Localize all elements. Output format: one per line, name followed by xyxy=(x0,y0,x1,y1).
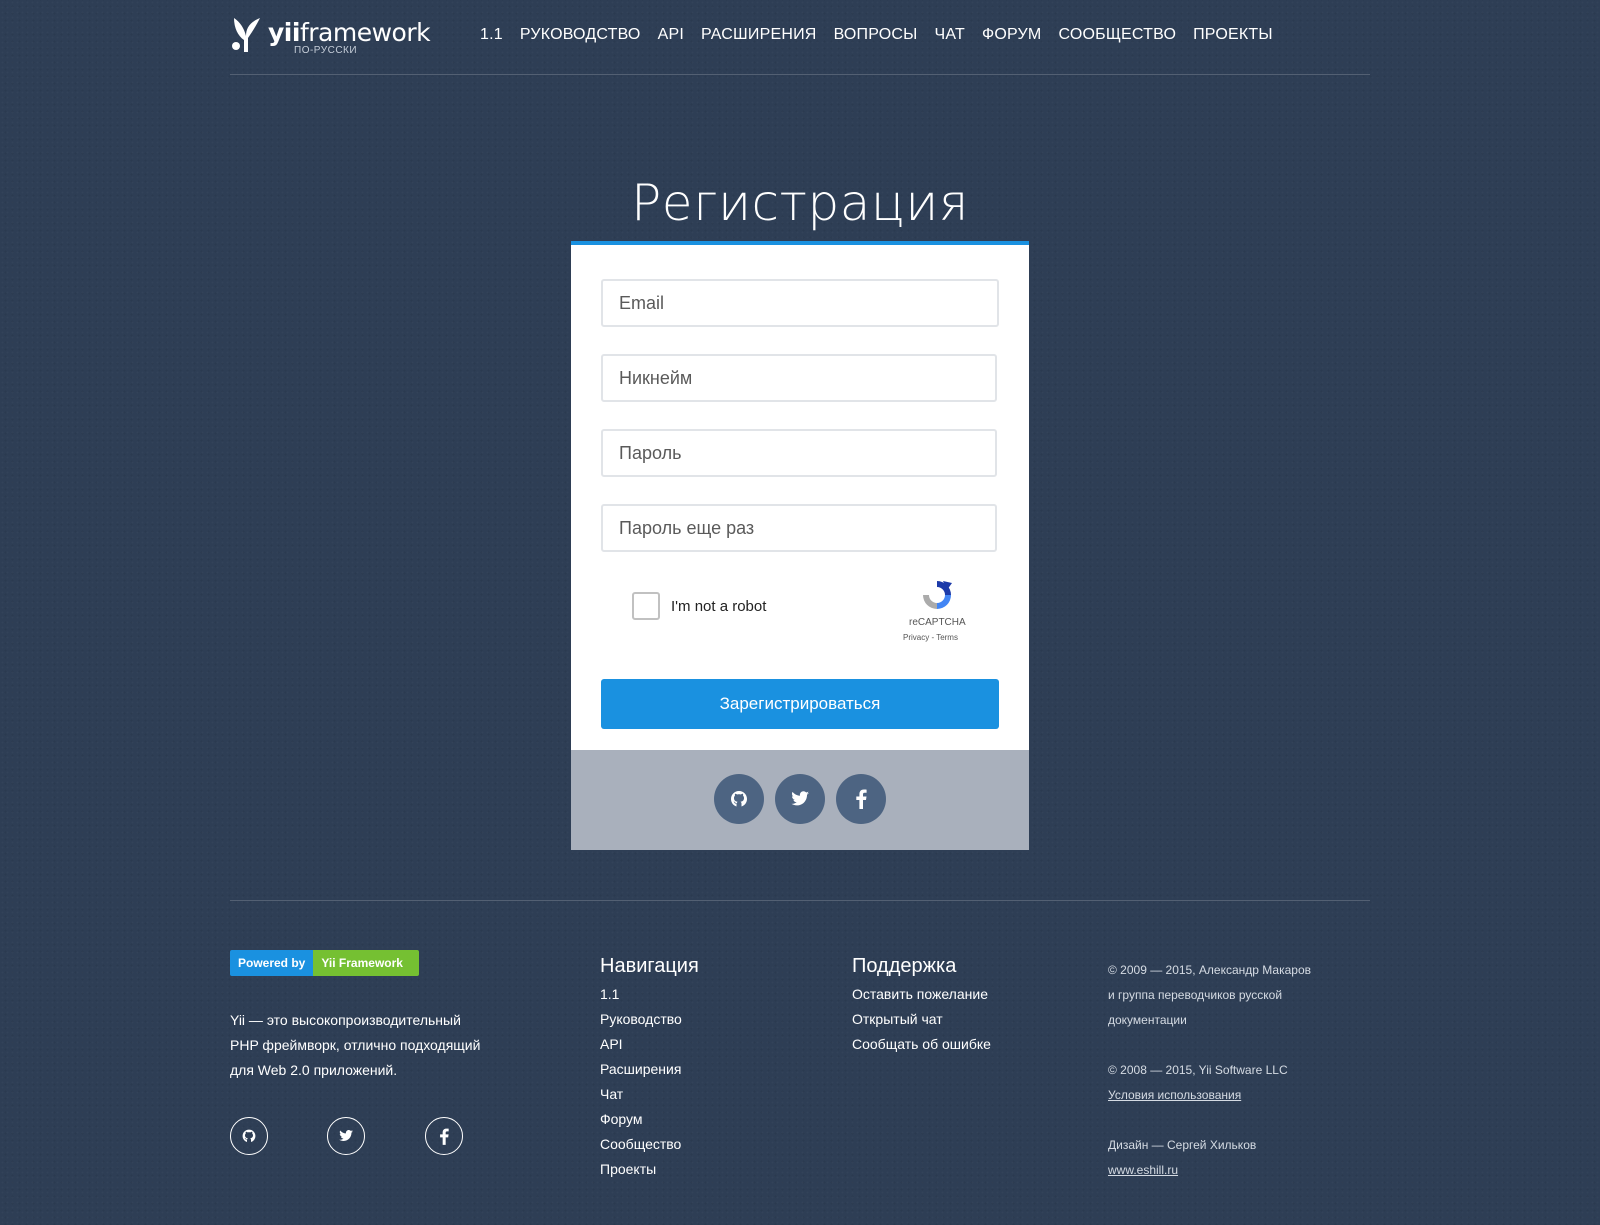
about-line: PHP фреймворк, отлично подходящий xyxy=(230,1037,481,1053)
nav-item-questions[interactable]: ВОПРОСЫ xyxy=(834,26,918,44)
footer-support-link[interactable]: Оставить пожелание xyxy=(852,982,991,1007)
copyright-line: документации xyxy=(1108,1013,1187,1027)
footer-twitter-link[interactable] xyxy=(327,1117,365,1155)
twitter-icon xyxy=(339,1130,353,1141)
footer-nav-link[interactable]: API xyxy=(600,1032,699,1057)
yii-logo[interactable]: yiiframework ПО-РУССКИ xyxy=(230,16,431,60)
nav-item-1-1[interactable]: 1.1 xyxy=(480,26,503,44)
footer-nav-title: Навигация xyxy=(600,955,699,977)
footer-support-title: Поддержка xyxy=(852,955,957,977)
badge-yii-framework: Yii Framework xyxy=(313,950,419,976)
footer-github-link[interactable] xyxy=(230,1117,268,1155)
recaptcha-icon xyxy=(923,581,952,609)
copyright-yii: © 2008 — 2015, Yii Software LLC xyxy=(1108,1063,1288,1077)
recaptcha-links[interactable]: Privacy - Terms xyxy=(903,633,958,642)
footer-copyright: © 2009 — 2015, Александр Макаров и групп… xyxy=(1108,958,1368,1183)
footer-nav-link[interactable]: Форум xyxy=(600,1107,699,1132)
footer-support: Поддержка Оставить пожелание Открытый ча… xyxy=(852,955,991,1057)
nav-item-guide[interactable]: РУКОВОДСТВО xyxy=(520,26,641,44)
main-nav: 1.1 РУКОВОДСТВО API РАСШИРЕНИЯ ВОПРОСЫ Ч… xyxy=(480,26,1290,44)
facebook-login-button[interactable] xyxy=(836,774,886,824)
nav-item-chat[interactable]: ЧАТ xyxy=(935,26,965,44)
footer-nav-link[interactable]: Расширения xyxy=(600,1057,699,1082)
nickname-field[interactable] xyxy=(601,354,997,402)
twitter-login-button[interactable] xyxy=(775,774,825,824)
yii-leaf-icon xyxy=(232,18,260,52)
footer-navigation: Навигация 1.1 Руководство API Расширения… xyxy=(600,955,699,1182)
github-icon xyxy=(242,1129,256,1142)
copyright-line: и группа переводчиков русской xyxy=(1108,988,1283,1002)
footer-nav-link[interactable]: Сообщество xyxy=(600,1132,699,1157)
recaptcha-widget: I'm not a robot reCAPTCHA Privacy - Term… xyxy=(601,577,999,651)
password-field[interactable] xyxy=(601,429,997,477)
footer-nav-link[interactable]: 1.1 xyxy=(600,982,699,1007)
copyright-line: © 2009 — 2015, Александр Макаров xyxy=(1108,963,1311,977)
about-line: для Web 2.0 приложений. xyxy=(230,1062,398,1078)
footer-nav-link[interactable]: Проекты xyxy=(600,1157,699,1182)
password-repeat-field[interactable] xyxy=(601,504,997,552)
twitter-icon xyxy=(791,791,809,806)
social-login-panel xyxy=(571,750,1029,850)
header: yiiframework ПО-РУССКИ 1.1 РУКОВОДСТВО A… xyxy=(230,0,1370,75)
nav-item-api[interactable]: API xyxy=(658,26,684,44)
about-line: Yii — это высокопроизводительный xyxy=(230,1012,461,1028)
footer-about: Yii — это высокопроизводительный PHP фре… xyxy=(230,1008,510,1083)
footer-support-link[interactable]: Открытый чат xyxy=(852,1007,991,1032)
footer-nav-link[interactable]: Чат xyxy=(600,1082,699,1107)
facebook-icon xyxy=(440,1128,449,1145)
logo-text: yiiframework xyxy=(268,18,431,47)
footer-divider xyxy=(230,900,1370,901)
captcha-label: I'm not a robot xyxy=(671,598,767,615)
nav-item-community[interactable]: СООБЩЕСТВО xyxy=(1058,26,1176,44)
badge-powered-by: Powered by xyxy=(230,950,314,976)
github-login-button[interactable] xyxy=(714,774,764,824)
footer-support-link[interactable]: Сообщать об ошибке xyxy=(852,1032,991,1057)
designer-link[interactable]: www.eshill.ru xyxy=(1108,1163,1178,1177)
nav-item-extensions[interactable]: РАСШИРЕНИЯ xyxy=(701,26,817,44)
captcha-checkbox[interactable] xyxy=(632,592,660,620)
design-credit: Дизайн — Сергей Хильков xyxy=(1108,1138,1257,1152)
terms-link[interactable]: Условия использования xyxy=(1108,1088,1241,1102)
registration-form: I'm not a robot reCAPTCHA Privacy - Term… xyxy=(571,241,1029,750)
github-icon xyxy=(731,791,747,807)
nav-item-projects[interactable]: ПРОЕКТЫ xyxy=(1193,26,1273,44)
email-field[interactable] xyxy=(601,279,999,327)
recaptcha-brand: reCAPTCHA xyxy=(909,617,966,628)
footer-nav-link[interactable]: Руководство xyxy=(600,1007,699,1032)
logo-subtitle: ПО-РУССКИ xyxy=(294,45,358,56)
nav-item-forum[interactable]: ФОРУМ xyxy=(982,26,1041,44)
powered-by-badge[interactable]: Powered by Yii Framework xyxy=(230,950,419,976)
page-title: Регистрация xyxy=(631,173,969,232)
footer-facebook-link[interactable] xyxy=(425,1117,463,1155)
facebook-icon xyxy=(856,789,867,809)
register-button[interactable]: Зарегистрироваться xyxy=(601,679,999,729)
